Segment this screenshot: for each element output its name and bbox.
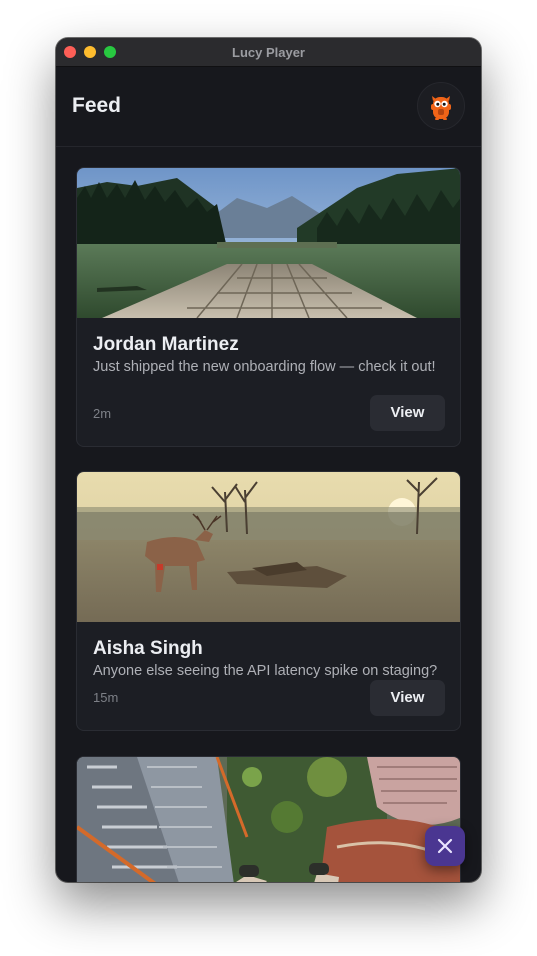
- deer-field-image: [77, 472, 460, 622]
- view-button[interactable]: View: [370, 680, 445, 716]
- feed-card: Aisha Singh Anyone else seeing the API l…: [76, 471, 461, 731]
- feed-list[interactable]: Jordan Martinez Just shipped the new onb…: [56, 147, 481, 882]
- post-author: Aisha Singh: [93, 638, 203, 659]
- post-text: Just shipped the new onboarding flow — c…: [93, 359, 436, 375]
- view-button[interactable]: View: [370, 395, 445, 431]
- mascot-icon: [431, 96, 451, 120]
- close-fab-button[interactable]: [425, 826, 465, 866]
- title-bar: Lucy Player: [56, 38, 481, 67]
- close-icon: [437, 838, 453, 854]
- window-title: Lucy Player: [232, 45, 305, 60]
- city-rooftop-image: [77, 757, 460, 882]
- post-time: 15m: [93, 690, 119, 705]
- app-header: Feed: [56, 67, 481, 147]
- feed-card: Jordan Martinez Just shipped the new onb…: [76, 167, 461, 447]
- post-author: Jordan Martinez: [93, 334, 239, 355]
- lake-dock-image: [77, 168, 460, 318]
- avatar[interactable]: [417, 82, 465, 130]
- post-text: Anyone else seeing the API latency spike…: [93, 663, 438, 679]
- page-title: Feed: [72, 94, 122, 117]
- post-time: 2m: [93, 406, 112, 421]
- app-window: Lucy Player Feed Jordan Martinez Just sh…: [56, 38, 481, 882]
- feed-card: [76, 756, 461, 882]
